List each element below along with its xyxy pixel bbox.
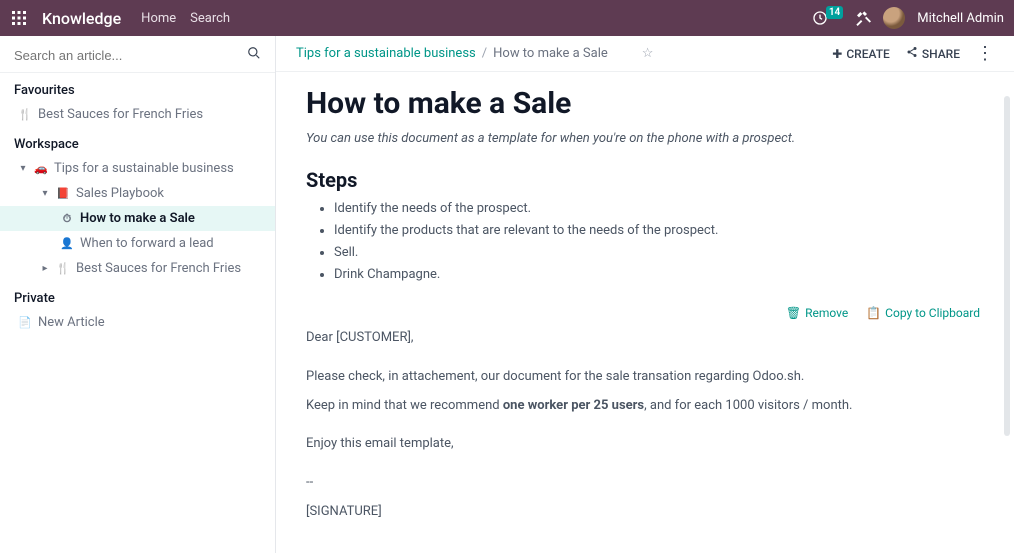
sidebar-search — [0, 36, 275, 73]
car-icon: 🚗 — [34, 162, 48, 175]
trash-icon: 🗑 — [786, 306, 801, 320]
brand-title[interactable]: Knowledge — [42, 9, 121, 28]
email-line1: Please check, in attachement, our docume… — [306, 365, 984, 390]
nav-link-home[interactable]: Home — [141, 11, 176, 26]
section-favourites: Favourites — [0, 73, 275, 102]
sidebar-item-label: How to make a Sale — [80, 211, 195, 226]
breadcrumb-bar: Tips for a sustainable business / How to… — [276, 36, 1014, 72]
sidebar-item-label: New Article — [38, 315, 105, 330]
sidebar-item-sauces-ws[interactable]: ▸ 🍴 Best Sauces for French Fries — [0, 256, 275, 281]
sidebar-item-label: Tips for a sustainable business — [54, 161, 234, 176]
nav-link-search[interactable]: Search — [190, 11, 230, 26]
email-enjoy: Enjoy this email template, — [306, 432, 984, 457]
email-template: Dear [CUSTOMER], Please check, in attach… — [306, 326, 984, 524]
sidebar-item-playbook[interactable]: ▾ 📕 Sales Playbook — [0, 181, 275, 206]
breadcrumb-separator: / — [482, 46, 487, 61]
sidebar-item-label: Sales Playbook — [76, 186, 164, 201]
sidebar-item-label: Best Sauces for French Fries — [38, 107, 203, 122]
book-icon: 📕 — [56, 187, 70, 200]
activity-badge: 14 — [826, 6, 843, 19]
list-item: Drink Champagne. — [334, 264, 984, 286]
section-private: Private — [0, 281, 275, 310]
star-icon[interactable]: ☆ — [642, 46, 654, 61]
clipboard-icon: 📋 — [866, 306, 881, 320]
sidebar-item-forward-lead[interactable]: 👤 When to forward a lead — [0, 231, 275, 256]
article-content: How to make a Sale You can use this docu… — [276, 72, 1014, 543]
page-subtitle: You can use this document as a template … — [306, 131, 984, 146]
breadcrumb-actions: ✚ CREATE SHARE ⋮ — [832, 46, 994, 61]
breadcrumb-current: How to make a Sale — [493, 46, 608, 61]
steps-heading: Steps — [306, 168, 984, 192]
nav-left: Knowledge Home Search — [10, 9, 230, 28]
section-workspace: Workspace — [0, 127, 275, 156]
plus-icon: ✚ — [832, 47, 842, 61]
caret-down-icon[interactable]: ▾ — [18, 163, 28, 174]
avatar[interactable] — [883, 7, 905, 29]
email-greeting: Dear [CUSTOMER], — [306, 326, 984, 351]
scrollbar[interactable] — [1004, 96, 1010, 436]
page-title: How to make a Sale — [306, 86, 984, 121]
nav-right: 14 Mitchell Admin — [812, 7, 1004, 29]
search-input[interactable] — [14, 48, 239, 63]
top-navbar: Knowledge Home Search 14 Mitchell Admin — [0, 0, 1014, 36]
user-name[interactable]: Mitchell Admin — [917, 11, 1004, 26]
sidebar-item-tips[interactable]: ▾ 🚗 Tips for a sustainable business — [0, 156, 275, 181]
tools-icon[interactable] — [855, 10, 871, 26]
list-item: Sell. — [334, 242, 984, 264]
sidebar-item-label: When to forward a lead — [80, 236, 214, 251]
remove-button[interactable]: 🗑 Remove — [786, 306, 848, 320]
doc-icon: 📄 — [18, 316, 32, 329]
breadcrumb: Tips for a sustainable business / How to… — [296, 46, 653, 61]
list-item: Identify the products that are relevant … — [334, 220, 984, 242]
sidebar-item-label: Best Sauces for French Fries — [76, 261, 241, 276]
breadcrumb-parent[interactable]: Tips for a sustainable business — [296, 46, 476, 61]
template-actions: 🗑 Remove 📋 Copy to Clipboard — [306, 306, 984, 320]
email-signature: [SIGNATURE] — [306, 500, 984, 525]
create-button[interactable]: ✚ CREATE — [832, 47, 890, 61]
search-icon[interactable] — [247, 46, 261, 64]
sidebar-item-howto-sale[interactable]: ⏱ How to make a Sale — [0, 206, 275, 231]
email-line2: Keep in mind that we recommend one worke… — [306, 394, 984, 419]
activity-indicator[interactable]: 14 — [812, 10, 843, 26]
cutlery-icon: 🍴 — [18, 108, 32, 121]
share-button[interactable]: SHARE — [906, 46, 960, 61]
clock-icon: ⏱ — [60, 212, 74, 226]
sidebar-item-fav-0[interactable]: 🍴 Best Sauces for French Fries — [0, 102, 275, 127]
email-dashes: -- — [306, 471, 984, 496]
caret-down-icon[interactable]: ▾ — [40, 188, 50, 199]
apps-grid-icon[interactable] — [10, 9, 28, 27]
caret-right-icon[interactable]: ▸ — [40, 263, 50, 274]
copy-button[interactable]: 📋 Copy to Clipboard — [866, 306, 980, 320]
sidebar-item-private-0[interactable]: 📄 New Article — [0, 310, 275, 335]
main-pane: Tips for a sustainable business / How to… — [276, 36, 1014, 553]
steps-list: Identify the needs of the prospect. Iden… — [306, 198, 984, 286]
list-item: Identify the needs of the prospect. — [334, 198, 984, 220]
sidebar: Favourites 🍴 Best Sauces for French Frie… — [0, 36, 276, 553]
share-icon — [906, 46, 918, 61]
cutlery-icon: 🍴 — [56, 262, 70, 275]
person-icon: 👤 — [60, 237, 74, 250]
